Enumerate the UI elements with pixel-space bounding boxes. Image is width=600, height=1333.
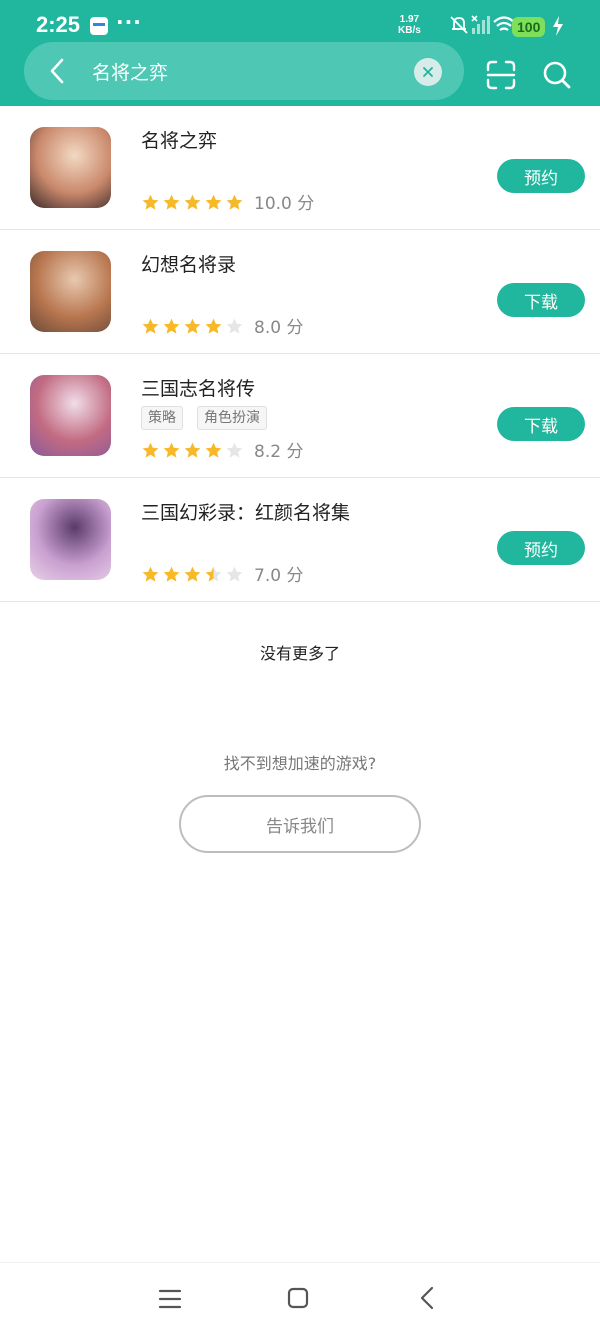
star-icon — [142, 318, 159, 334]
game-icon-mingjiangzhiyi[interactable] — [30, 127, 111, 208]
result-item[interactable]: 幻想名将录 8.0 分 下载 — [0, 230, 600, 354]
star-icon — [142, 194, 159, 210]
wifi-icon — [493, 16, 515, 31]
star-icon — [184, 194, 201, 210]
rating: 8.2 分 — [141, 437, 304, 462]
search-icon[interactable] — [542, 60, 572, 90]
star-icon — [205, 318, 222, 334]
top-bar: 2:25 ··· 1.97 KB/s 100 名将之弈 — [0, 0, 600, 106]
scan-icon[interactable] — [486, 60, 516, 90]
star-icon — [142, 442, 159, 458]
star-rating — [141, 192, 246, 212]
reserve-button[interactable]: 预约 — [497, 531, 585, 565]
home-icon[interactable] — [286, 1286, 310, 1310]
result-title[interactable]: 三国幻彩录：红颜名将集 — [141, 498, 350, 525]
signal-icon — [471, 15, 490, 34]
more-notifications-icon: ··· — [116, 10, 142, 34]
star-icon — [163, 442, 180, 458]
result-item[interactable]: 三国幻彩录：红颜名将集 7.0 分 预约 — [0, 478, 600, 602]
mute-bell-icon — [450, 16, 468, 34]
charging-icon — [553, 16, 563, 36]
rating-score: 7.0 分 — [254, 566, 304, 586]
search-results-list: 名将之弈 10.0 分预约 幻想名将录 8.0 分下载 三国志名将传 策略 角色扮演 8.2 … — [0, 106, 600, 602]
star-rating — [141, 564, 246, 584]
rating-score: 8.2 分 — [254, 442, 304, 462]
star-rating — [141, 316, 246, 336]
game-icon-huanxiangmingjianglu[interactable] — [30, 251, 111, 332]
cant-find-text: 找不到想加速的游戏? — [223, 754, 377, 773]
star-icon — [184, 566, 201, 582]
star-icon — [205, 442, 222, 458]
genre-tag: 角色扮演 — [197, 406, 267, 430]
star-icon — [226, 318, 243, 334]
star-icon — [163, 566, 180, 582]
star-icon — [184, 442, 201, 458]
star-rating — [141, 440, 246, 460]
notification-app-icon — [90, 17, 108, 35]
genre-tag: 策略 — [141, 406, 183, 430]
result-title[interactable]: 三国志名将传 — [141, 374, 255, 401]
star-icon — [226, 442, 243, 458]
clear-search-button[interactable] — [414, 58, 442, 86]
nav-back-icon[interactable] — [416, 1285, 440, 1311]
rating: 8.0 分 — [141, 313, 304, 338]
rating-score: 10.0 分 — [254, 194, 315, 214]
result-title[interactable]: 幻想名将录 — [141, 250, 236, 277]
download-button[interactable]: 下载 — [497, 283, 585, 317]
system-status-icons — [450, 15, 515, 34]
network-speed-value: 1.97 — [399, 14, 420, 25]
reserve-button[interactable]: 预约 — [497, 159, 585, 193]
system-navigation-bar — [0, 1262, 600, 1333]
download-button[interactable]: 下载 — [497, 407, 585, 441]
rating: 7.0 分 — [141, 561, 304, 586]
status-time: 2:25 — [36, 12, 81, 37]
battery-level: 100 — [512, 17, 546, 37]
result-item[interactable]: 三国志名将传 策略 角色扮演 8.2 分下载 — [0, 354, 600, 478]
result-title[interactable]: 名将之弈 — [141, 126, 217, 153]
no-more-text: 没有更多了 — [259, 644, 340, 663]
result-item[interactable]: 名将之弈 10.0 分 预约 — [0, 106, 600, 230]
star-icon — [205, 194, 222, 210]
game-icon-sanguozhimingjiangzhuan[interactable] — [30, 375, 111, 456]
game-icon-sanguohuancailu[interactable] — [30, 499, 111, 580]
search-bar — [24, 42, 464, 100]
rating: 10.0 分 — [141, 189, 315, 214]
network-speed: 1.97 KB/s — [398, 14, 421, 36]
star-icon — [226, 566, 243, 582]
network-speed-unit: KB/s — [398, 25, 421, 36]
back-icon[interactable] — [44, 57, 72, 85]
star-icon — [142, 566, 159, 582]
menu-icon[interactable] — [158, 1287, 182, 1311]
tell-us-button[interactable]: 告诉我们 — [179, 795, 421, 853]
search-input[interactable] — [92, 54, 402, 88]
star-icon — [226, 194, 243, 210]
close-icon — [423, 67, 433, 77]
star-icon — [163, 318, 180, 334]
star-icon — [205, 566, 222, 582]
result-tags: 策略 角色扮演 — [141, 406, 281, 430]
status-bar: 2:25 ··· 1.97 KB/s 100 — [0, 0, 600, 44]
star-icon — [184, 318, 201, 334]
star-icon — [163, 194, 180, 210]
rating-score: 8.0 分 — [254, 318, 304, 338]
